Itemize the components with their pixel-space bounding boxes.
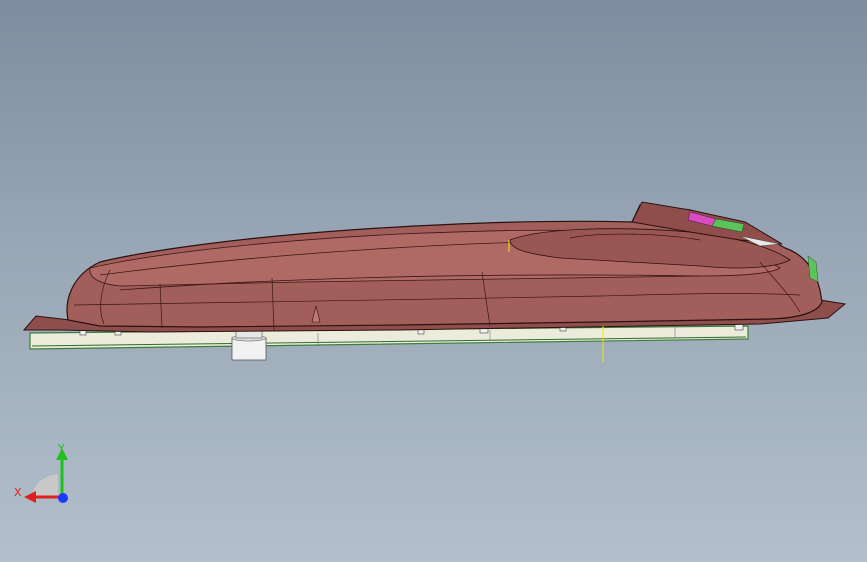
z-axis-dot-icon	[58, 493, 68, 503]
x-axis-label: X	[14, 486, 22, 499]
cad-model[interactable]	[0, 0, 867, 562]
x-arrowhead-icon	[24, 491, 36, 503]
y-axis-label: Y	[57, 442, 65, 455]
3d-viewport[interactable]: Y X	[0, 0, 867, 562]
orientation-triad[interactable]: Y X	[12, 440, 82, 510]
